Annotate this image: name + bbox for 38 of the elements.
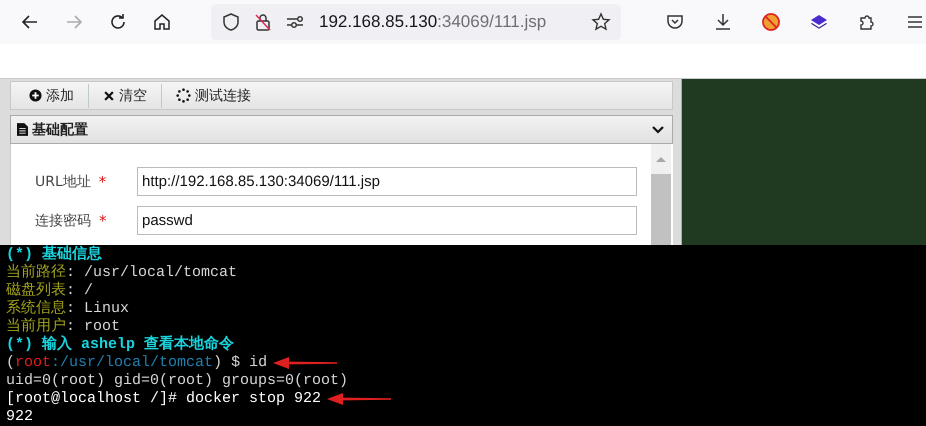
input-field[interactable]: passwd (137, 206, 637, 235)
lock-slash-icon[interactable] (253, 12, 273, 32)
panel-header[interactable]: 基础配置 (10, 115, 673, 144)
field-label: URL地址 (35, 172, 91, 190)
chevron-icon[interactable] (652, 126, 664, 134)
shield-icon[interactable] (221, 12, 241, 32)
terminal-line: 系统信息: Linux (6, 300, 130, 318)
toolbar-button[interactable]: 添加 (23, 86, 80, 104)
terminal-line: uid=0(root) gid=0(root) groups=0(root) (6, 372, 348, 390)
document-icon (17, 123, 28, 136)
terminal-line: (root:/usr/local/tomcat) $ id (6, 354, 268, 372)
close-icon (103, 90, 115, 102)
panel-title: 基础配置 (32, 120, 88, 138)
download-icon[interactable] (713, 12, 733, 32)
spinner-icon (176, 88, 191, 103)
address-bar[interactable]: 192.168.85.130:34069/111.jsp (211, 4, 621, 40)
reload-icon[interactable] (108, 12, 128, 32)
terminal-line: 当前用户: root (6, 318, 120, 335)
terminal-line: 当前路径: /usr/local/tomcat (6, 264, 238, 282)
terminal-line: (*) 基础信息 (6, 246, 102, 264)
required-mark: * (98, 172, 106, 190)
toolbar-button[interactable]: 测试连接 (170, 86, 257, 104)
blocked-extension-icon[interactable] (761, 12, 781, 32)
scrollbar[interactable] (651, 144, 671, 245)
terminal-line: (*) 输入 ashelp 查看本地命令 (6, 336, 234, 354)
arrow-icon (273, 357, 338, 369)
terminal-line: [root@localhost /]# docker stop 922 (6, 390, 322, 408)
star-icon[interactable] (591, 12, 611, 32)
home-icon[interactable] (152, 12, 172, 32)
plus-circle-icon (29, 89, 42, 102)
terminal-line: 922 (6, 408, 34, 426)
toolbar-button[interactable]: 清空 (97, 86, 153, 104)
field-label: 连接密码 (35, 212, 91, 230)
terminal-line: 磁盘列表: / (6, 282, 94, 300)
url-text: 192.168.85.130:34069/111.jsp (319, 12, 546, 32)
required-mark: * (99, 212, 106, 230)
arrow-icon (327, 393, 392, 405)
input-field[interactable]: http://192.168.85.130:34069/111.jsp (137, 167, 637, 196)
